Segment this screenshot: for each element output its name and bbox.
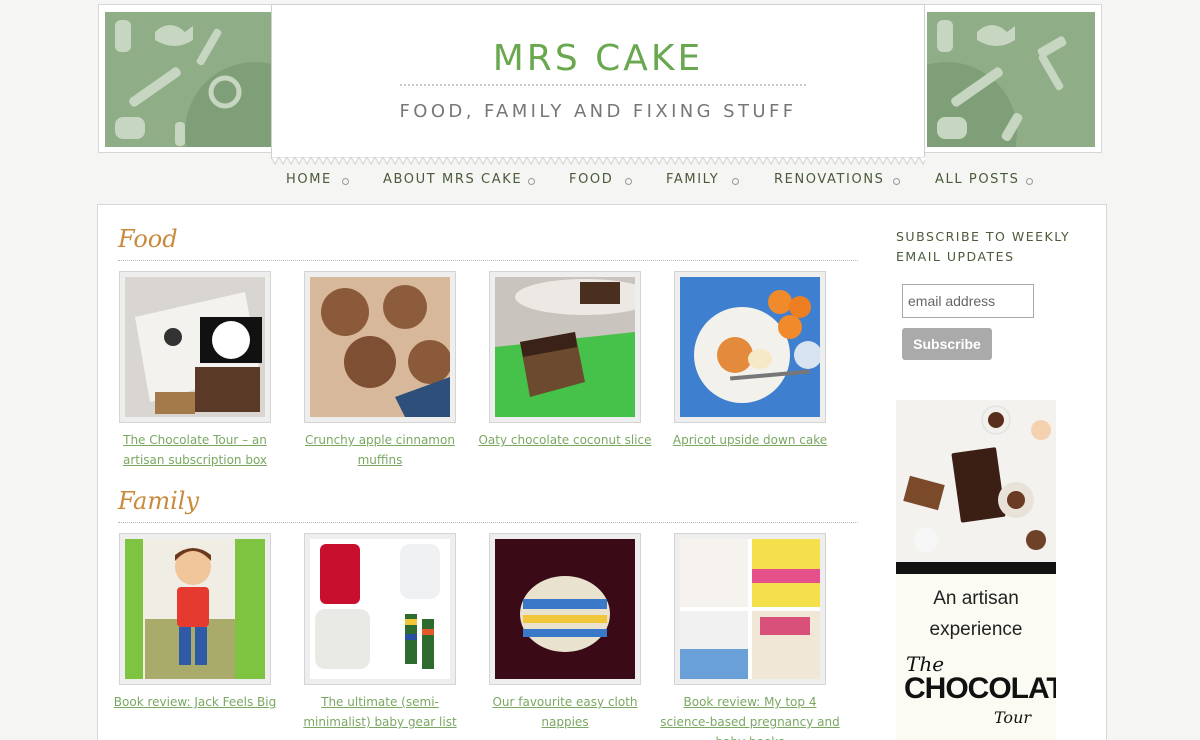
section-divider	[118, 522, 858, 523]
nav-item-renovations[interactable]: RENOVATIONS	[774, 172, 885, 187]
nav-item-all-posts[interactable]: ALL POSTS	[935, 172, 1019, 187]
main-nav: HOME ABOUT MRS CAKE FOOD FAMILY RENOVATI…	[0, 172, 1200, 192]
pregnancy-books-image	[680, 539, 820, 679]
jack-feels-big-image	[125, 539, 265, 679]
post-link[interactable]: The ultimate (semi-minimalist) baby gear…	[290, 692, 470, 732]
post-thumbnail[interactable]	[304, 533, 456, 685]
ad-tagline: An artisan experience	[896, 583, 1056, 645]
post-thumbnail[interactable]	[119, 271, 271, 423]
nav-separator-icon	[732, 178, 739, 185]
chocolate-tour-ad[interactable]: An artisan experience The CHOCOLATE Tour	[896, 400, 1056, 740]
title-card: MRS CAKE FOOD, FAMILY AND FIXING STUFF	[271, 4, 925, 165]
post-card: Apricot upside down cake	[660, 271, 840, 450]
nav-item-food[interactable]: FOOD	[569, 172, 613, 187]
post-card: Book review: My top 4 science-based preg…	[660, 533, 840, 740]
nav-item-family[interactable]: FAMILY	[666, 172, 719, 187]
post-card: The Chocolate Tour – an artisan subscrip…	[105, 271, 285, 470]
nav-item-about[interactable]: ABOUT MRS CAKE	[383, 172, 522, 187]
email-field[interactable]	[902, 284, 1034, 318]
post-thumbnail[interactable]	[119, 533, 271, 685]
post-link[interactable]: Our favourite easy cloth nappies	[475, 692, 655, 732]
nav-separator-icon	[342, 178, 349, 185]
ad-brand-tour: Tour	[994, 708, 1032, 727]
cloth-nappy-image	[495, 539, 635, 679]
subscribe-heading: SUBSCRIBE TO WEEKLY EMAIL UPDATES	[896, 229, 1071, 264]
kitchen-pattern-icon	[927, 12, 1095, 147]
post-card: Oaty chocolate coconut slice	[475, 271, 655, 450]
post-card: Crunchy apple cinnamon muffins	[290, 271, 470, 470]
post-card: The ultimate (semi-minimalist) baby gear…	[290, 533, 470, 732]
post-thumbnail[interactable]	[674, 271, 826, 423]
subscribe-button[interactable]: Subscribe	[902, 328, 992, 360]
apricot-cake-image	[680, 277, 820, 417]
ad-tagline-line2: experience	[929, 619, 1023, 640]
site-title[interactable]: MRS CAKE	[272, 38, 924, 79]
content-panel: Food The Chocolate Tour – an artisan sub…	[97, 204, 1107, 740]
baby-clothes-image	[310, 539, 450, 679]
post-link[interactable]: Oaty chocolate coconut slice	[475, 430, 655, 450]
post-thumbnail[interactable]	[304, 271, 456, 423]
nav-separator-icon	[528, 178, 535, 185]
site-header: MRS CAKE FOOD, FAMILY AND FIXING STUFF	[98, 4, 1102, 165]
post-card: Book review: Jack Feels Big	[105, 533, 285, 712]
muffins-image	[310, 277, 450, 417]
site-tagline: FOOD, FAMILY AND FIXING STUFF	[399, 101, 797, 122]
ad-divider-bar	[896, 562, 1056, 574]
post-link[interactable]: The Chocolate Tour – an artisan subscrip…	[105, 430, 285, 470]
kitchen-pattern-icon	[105, 12, 273, 147]
section-title-food[interactable]: Food	[118, 225, 178, 253]
title-divider	[400, 84, 806, 86]
post-link[interactable]: Apricot upside down cake	[660, 430, 840, 450]
post-thumbnail[interactable]	[489, 533, 641, 685]
ad-tagline-line1: An artisan	[933, 588, 1019, 609]
header-banner-right	[927, 12, 1095, 147]
post-link[interactable]: Book review: My top 4 science-based preg…	[660, 692, 840, 740]
post-thumbnail[interactable]	[489, 271, 641, 423]
coconut-slice-image	[495, 277, 635, 417]
chocolate-photo-image	[896, 400, 1056, 562]
post-link[interactable]: Book review: Jack Feels Big	[105, 692, 285, 712]
section-title-family[interactable]: Family	[118, 487, 199, 515]
zigzag-edge-icon	[271, 157, 925, 165]
post-thumbnail[interactable]	[674, 533, 826, 685]
chocolate-box-image	[125, 277, 265, 417]
post-card: Our favourite easy cloth nappies	[475, 533, 655, 732]
section-divider	[118, 260, 858, 261]
nav-separator-icon	[625, 178, 632, 185]
nav-separator-icon	[893, 178, 900, 185]
ad-brand-name: CHOCOLATE	[904, 672, 1056, 705]
nav-separator-icon	[1026, 178, 1033, 185]
header-banner-left	[105, 12, 273, 147]
post-link[interactable]: Crunchy apple cinnamon muffins	[290, 430, 470, 470]
nav-item-home[interactable]: HOME	[286, 172, 332, 187]
